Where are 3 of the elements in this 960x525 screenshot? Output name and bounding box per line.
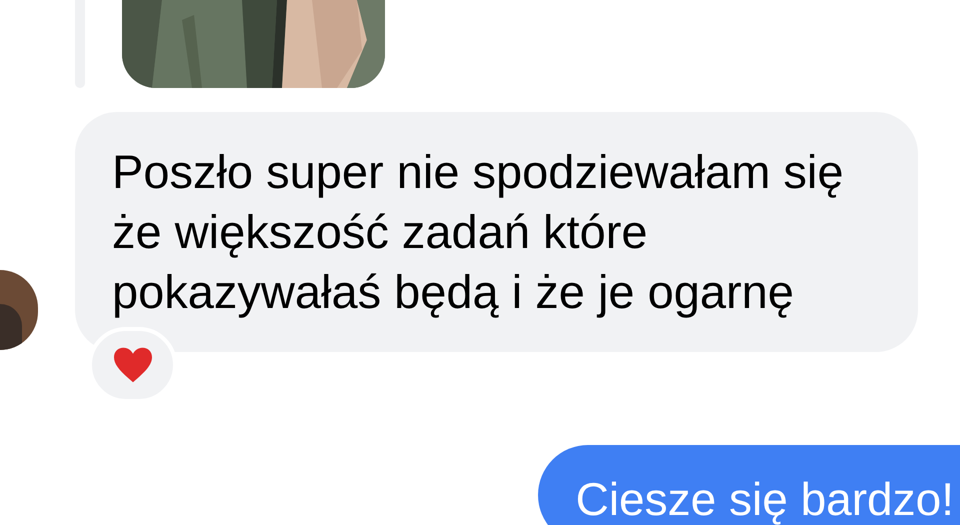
heart-icon	[112, 346, 154, 384]
message-text: Poszło super nie spodziewałam się że większość zadań które pokazywałaś będą i że je ogarnę	[112, 144, 844, 320]
message-text: Ciesze się bardzo!	[576, 472, 954, 525]
